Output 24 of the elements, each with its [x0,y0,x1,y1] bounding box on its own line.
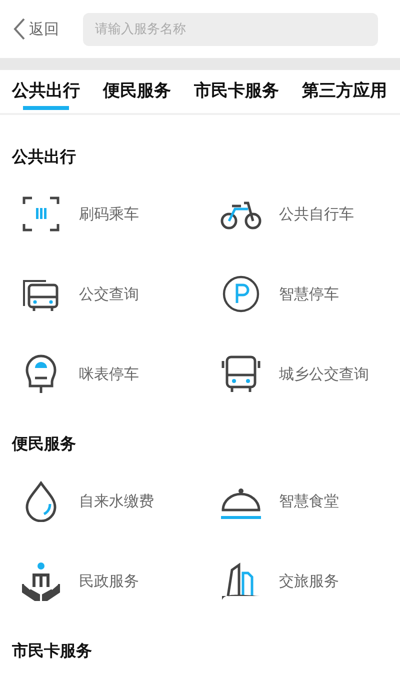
service-item[interactable]: 刷码乘车 [0,174,200,254]
service-item[interactable]: 自来水缴费 [0,461,200,541]
search-field[interactable]: 请输入服务名称 [83,12,378,46]
bus-front-icon [220,353,262,395]
service-item[interactable]: 咪表停车 [0,334,200,414]
service-item[interactable]: 城乡公交查询 [200,334,400,414]
category-tab[interactable]: 市民卡服务 [194,70,279,113]
category-tab[interactable]: 便民服务 [103,70,171,113]
service-item[interactable]: 智慧食堂 [200,461,400,541]
service-item[interactable]: 智慧停车 [200,254,400,334]
back-icon [12,17,26,41]
section-title: 市民卡服务 [11,640,93,662]
section-title: 便民服务 [10,433,77,455]
category-tab[interactable]: 公共出行 [12,70,80,113]
category-tab[interactable]: 第三方应用 [302,70,387,113]
parking-icon [220,273,262,315]
hands-person-icon [20,560,62,602]
service-item[interactable]: 民政服务 [0,541,200,621]
service-item[interactable]: 公交查询 [0,254,200,334]
tab-indicator [23,106,69,110]
service-item[interactable]: 交旅服务 [200,541,400,621]
service-item[interactable]: 公共自行车 [200,174,400,254]
back-button[interactable]: 返回 [12,17,59,41]
section-title: 公共出行 [10,146,77,168]
